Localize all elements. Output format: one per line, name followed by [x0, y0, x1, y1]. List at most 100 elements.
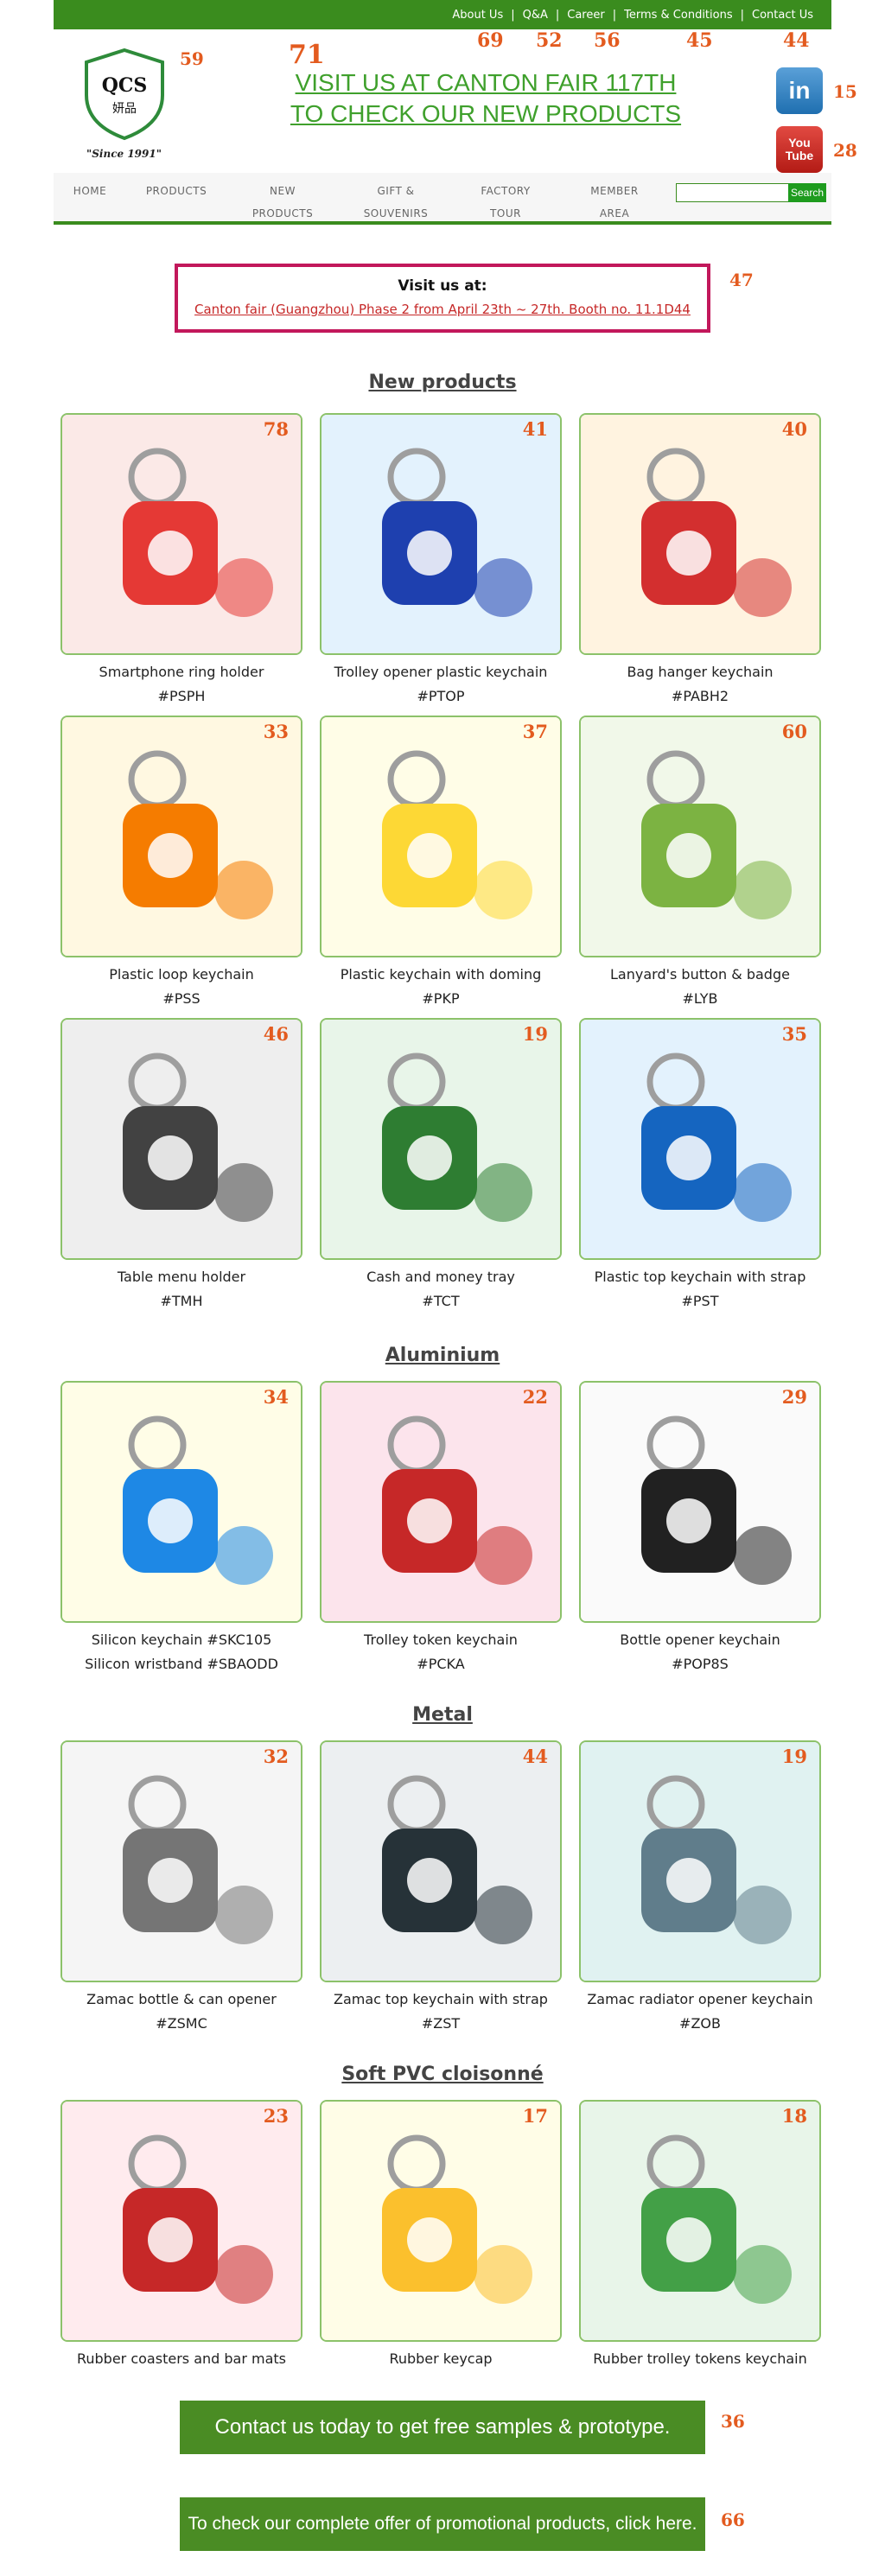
card-badge: 23: [263, 2105, 289, 2127]
nav-label: NEW: [270, 185, 296, 197]
search-button[interactable]: Search: [788, 183, 826, 202]
bottle-opener-icon: [581, 1383, 819, 1621]
headline-badge: 71: [289, 40, 325, 70]
contact-cta-badge: 36: [721, 2411, 745, 2432]
loop-keychain-icon: [62, 717, 301, 956]
product-name[interactable]: Zamac bottle & can opener: [52, 1991, 311, 2007]
product-code: #ZOB: [679, 2015, 721, 2032]
strap-keychain-icon: [581, 1020, 819, 1258]
nav-member-area[interactable]: MEMBER AREA: [576, 180, 653, 225]
search-input[interactable]: [676, 183, 792, 202]
nav-label: FACTORY: [481, 185, 531, 197]
linkedin-label: in: [788, 77, 811, 104]
contact-cta-label: Contact us today to get free samples & p…: [214, 2415, 671, 2439]
qa-link[interactable]: Q&A: [515, 9, 556, 22]
zamac-strap-icon: [322, 1742, 560, 1981]
product-card[interactable]: 60: [579, 716, 821, 957]
product-card[interactable]: 35: [579, 1018, 821, 1260]
product-code: Silicon wristband #SBAODD: [85, 1656, 278, 1672]
product-card[interactable]: 34: [60, 1381, 302, 1623]
product-code: #PABH2: [671, 688, 729, 704]
contact-cta-button[interactable]: Contact us today to get free samples & p…: [180, 2401, 705, 2454]
product-code: #PCKA: [417, 1656, 465, 1672]
nav-new-products[interactable]: NEW PRODUCTS: [244, 180, 322, 225]
headline-link[interactable]: VISIT US AT CANTON FAIR 117TH TO CHECK O…: [278, 67, 693, 130]
card-badge: 19: [781, 1746, 807, 1767]
product-name[interactable]: Bag hanger keychain: [570, 664, 830, 680]
product-card[interactable]: 22: [320, 1381, 562, 1623]
nav-products[interactable]: PRODUCTS: [140, 180, 213, 202]
linkedin-badge: 15: [833, 81, 857, 102]
nav-label: GIFT &: [377, 185, 415, 197]
headline-line-1: VISIT US AT CANTON FAIR 117TH: [295, 69, 677, 96]
header-badge: 56: [594, 29, 621, 52]
product-card[interactable]: 78: [60, 413, 302, 655]
product-card[interactable]: 37: [320, 716, 562, 957]
product-card[interactable]: 33: [60, 716, 302, 957]
product-code: #PTOP: [417, 688, 465, 704]
product-card[interactable]: 17: [320, 2100, 562, 2342]
youtube-label-1: You: [788, 136, 811, 149]
nav-label: MEMBER: [590, 185, 639, 197]
about-us-link[interactable]: About Us: [444, 9, 511, 22]
nav-label: SOUVENIRS: [363, 207, 429, 219]
nav-home[interactable]: HOME: [71, 180, 109, 202]
card-badge: 78: [263, 418, 289, 440]
product-code: #PSPH: [157, 688, 206, 704]
product-name[interactable]: Trolley token keychain: [311, 1631, 570, 1648]
nav-label: PRODUCTS: [251, 207, 314, 219]
card-badge: 37: [522, 721, 548, 742]
product-name[interactable]: Table menu holder: [52, 1269, 311, 1285]
product-card[interactable]: 18: [579, 2100, 821, 2342]
card-badge: 32: [263, 1746, 289, 1767]
product-code: #PST: [681, 1293, 719, 1309]
product-name[interactable]: Plastic top keychain with strap: [570, 1269, 830, 1285]
logo-chinese: 妍品: [112, 102, 137, 116]
product-card[interactable]: 29: [579, 1381, 821, 1623]
product-card[interactable]: 41: [320, 413, 562, 655]
product-card[interactable]: 32: [60, 1740, 302, 1982]
product-name[interactable]: Bottle opener keychain: [570, 1631, 830, 1648]
product-name[interactable]: Zamac top keychain with strap: [311, 1991, 570, 2007]
contact-us-link[interactable]: Contact Us: [744, 9, 821, 22]
product-name[interactable]: Silicon keychain #SKC105: [52, 1631, 311, 1648]
youtube-icon[interactable]: You Tube: [776, 126, 823, 173]
nav-factory-tour[interactable]: FACTORY TOUR: [467, 180, 544, 225]
product-name[interactable]: Rubber keycap: [311, 2350, 570, 2367]
product-name[interactable]: Plastic loop keychain: [52, 966, 311, 983]
product-card[interactable]: 46: [60, 1018, 302, 1260]
product-card[interactable]: 44: [320, 1740, 562, 1982]
page: About Us | Q&A | Career | Terms & Condition…: [54, 0, 857, 2551]
product-card[interactable]: 19: [320, 1018, 562, 1260]
youtube-badge: 28: [833, 140, 857, 161]
card-badge: 18: [781, 2105, 807, 2127]
card-badge: 41: [522, 418, 548, 440]
nav-gift-souvenirs[interactable]: GIFT & SOUVENIRS: [353, 180, 439, 225]
card-badge: 17: [522, 2105, 548, 2127]
product-name[interactable]: Smartphone ring holder: [52, 664, 311, 680]
product-code: #PSS: [162, 990, 201, 1007]
lanyard-badge-icon: [581, 717, 819, 956]
header-badge: 52: [536, 29, 563, 52]
product-code: #LYB: [682, 990, 718, 1007]
qcs-logo-icon[interactable]: QCS 妍品: [81, 47, 168, 142]
product-name[interactable]: Trolley opener plastic keychain: [311, 664, 570, 680]
visit-detail-link[interactable]: Canton fair (Guangzhou) Phase 2 from Apr…: [178, 302, 707, 317]
product-name[interactable]: Cash and money tray: [311, 1269, 570, 1285]
product-card[interactable]: 23: [60, 2100, 302, 2342]
linkedin-icon[interactable]: in: [776, 67, 823, 114]
career-link[interactable]: Career: [559, 9, 612, 22]
product-card[interactable]: 19: [579, 1740, 821, 1982]
product-card[interactable]: 40: [579, 413, 821, 655]
terms-link[interactable]: Terms & Conditions: [616, 9, 741, 22]
product-name[interactable]: Rubber coasters and bar mats: [52, 2350, 311, 2367]
product-name[interactable]: Zamac radiator opener keychain: [570, 1991, 830, 2007]
product-code: #ZST: [421, 2015, 461, 2032]
product-name[interactable]: Rubber trolley tokens keychain: [570, 2350, 830, 2367]
main-nav: HOME PRODUCTS NEW PRODUCTS GIFT & SOUVENIR…: [54, 173, 831, 225]
offer-cta-button[interactable]: To check our complete offer of promotion…: [180, 2497, 705, 2551]
top-utility-bar: About Us | Q&A | Career | Terms & Condition…: [54, 0, 831, 29]
product-name[interactable]: Plastic keychain with doming: [311, 966, 570, 983]
card-badge: 33: [263, 721, 289, 742]
product-name[interactable]: Lanyard's button & badge: [570, 966, 830, 983]
